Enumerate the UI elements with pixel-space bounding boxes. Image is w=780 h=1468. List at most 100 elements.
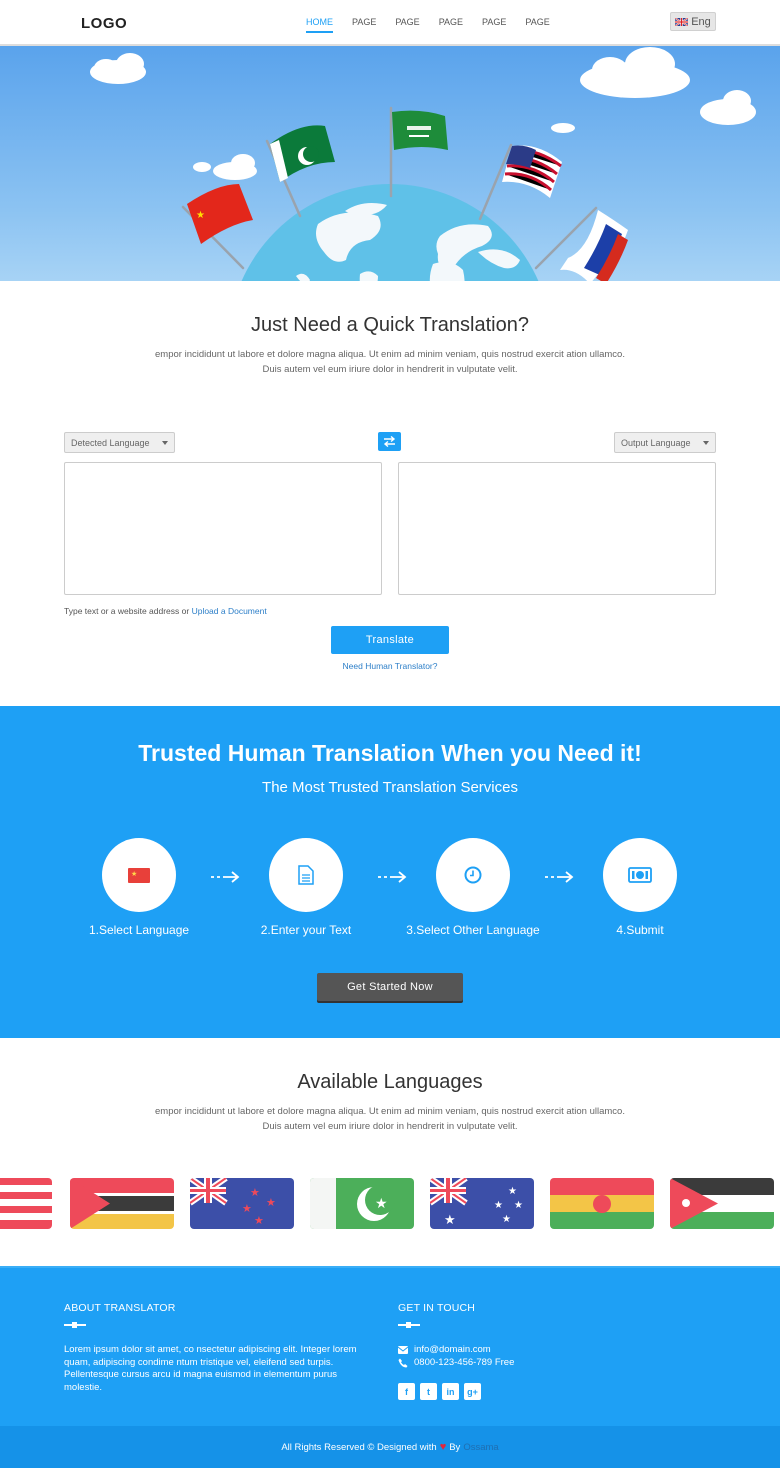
copyright-by: By bbox=[449, 1441, 461, 1453]
nav-page-5[interactable]: PAGE bbox=[525, 17, 549, 33]
available-languages-title: Available Languages bbox=[297, 1071, 483, 1093]
step-1-label: 1.Select Language bbox=[88, 923, 190, 937]
quick-translation-title: Just Need a Quick Translation? bbox=[251, 314, 529, 336]
language-label: Eng bbox=[691, 15, 711, 28]
language-switcher[interactable]: Eng bbox=[670, 12, 716, 31]
source-language-value: Detected Language bbox=[71, 437, 150, 448]
clock-icon bbox=[464, 866, 482, 884]
trusted-title: Trusted Human Translation When you Need … bbox=[138, 740, 642, 766]
site-header: LOGO HOME PAGE PAGE PAGE PAGE PAGE Eng bbox=[0, 0, 780, 46]
translate-button[interactable]: Translate bbox=[331, 626, 449, 654]
copyright-bar: All Rights Reserved © Designed with ♥ By… bbox=[0, 1426, 780, 1468]
get-started-button[interactable]: Get Started Now bbox=[317, 973, 463, 1001]
svg-text:★: ★ bbox=[196, 210, 205, 221]
svg-text:★: ★ bbox=[502, 1214, 511, 1225]
site-footer: ABOUT TRANSLATOR Lorem ipsum dolor sit a… bbox=[0, 1266, 780, 1426]
svg-text:★: ★ bbox=[508, 1186, 517, 1197]
svg-text:★: ★ bbox=[131, 870, 137, 878]
step-4-circle bbox=[603, 838, 677, 912]
svg-text:★: ★ bbox=[494, 1200, 503, 1211]
footer-divider bbox=[64, 1322, 86, 1328]
chevron-down-icon bbox=[703, 441, 709, 445]
pakistan-flag bbox=[270, 125, 335, 182]
trusted-section: Trusted Human Translation When you Need … bbox=[0, 706, 780, 1038]
arrow-right-icon bbox=[208, 871, 240, 883]
copyright-text: All Rights Reserved © Designed with bbox=[281, 1441, 437, 1453]
flag-item[interactable]: ★ bbox=[310, 1178, 414, 1229]
contact-title: GET IN TOUCH bbox=[398, 1302, 476, 1314]
arrow-right-icon bbox=[375, 871, 407, 883]
china-flag: ★ bbox=[187, 184, 253, 244]
main-nav: HOME PAGE PAGE PAGE PAGE PAGE bbox=[306, 17, 569, 33]
translated-text-output[interactable] bbox=[398, 462, 716, 595]
swap-icon bbox=[383, 436, 396, 447]
nav-home[interactable]: HOME bbox=[306, 17, 333, 33]
phone-icon bbox=[398, 1358, 408, 1367]
nav-page-2[interactable]: PAGE bbox=[395, 17, 419, 33]
flag-item[interactable]: ★ ★ ★ ★ bbox=[190, 1178, 294, 1229]
hint-text: Type text or a website address or bbox=[64, 606, 190, 616]
upload-document-link[interactable]: Upload a Document bbox=[192, 606, 267, 616]
trusted-subtitle: The Most Trusted Translation Services bbox=[262, 779, 518, 796]
hero-globe-illustration: ★ bbox=[90, 47, 756, 281]
phone-text: 0800-123-456-789 Free bbox=[414, 1357, 515, 1368]
uk-flag-icon bbox=[675, 17, 689, 26]
russia-flag bbox=[560, 210, 628, 281]
flag-item[interactable] bbox=[670, 1178, 774, 1229]
step-2-label: 2.Enter your Text bbox=[260, 923, 352, 937]
money-icon bbox=[628, 867, 652, 883]
step-3-label: 3.Select Other Language bbox=[406, 923, 540, 937]
available-languages-description: empor incididunt ut labore et dolore mag… bbox=[140, 1104, 640, 1134]
arrow-right-icon bbox=[542, 871, 574, 883]
email-text: info@domain.com bbox=[414, 1344, 491, 1355]
target-language-select[interactable]: Output Language bbox=[614, 432, 716, 453]
target-language-value: Output Language bbox=[621, 437, 691, 448]
step-3-circle bbox=[436, 838, 510, 912]
flag-item[interactable] bbox=[70, 1178, 174, 1229]
nav-page-4[interactable]: PAGE bbox=[482, 17, 506, 33]
svg-text:★: ★ bbox=[375, 1196, 388, 1212]
source-text-input[interactable] bbox=[64, 462, 382, 595]
document-icon bbox=[298, 865, 314, 885]
linkedin-icon[interactable]: in bbox=[442, 1383, 459, 1400]
flag-item[interactable] bbox=[550, 1178, 654, 1229]
envelope-icon bbox=[398, 1345, 408, 1354]
nav-page-3[interactable]: PAGE bbox=[439, 17, 463, 33]
description-line: Duis autem vel eum iriure dolor in hendr… bbox=[262, 364, 518, 375]
flag-icon: ★ bbox=[128, 867, 150, 883]
about-title: ABOUT TRANSLATOR bbox=[64, 1302, 176, 1314]
facebook-icon[interactable]: f bbox=[398, 1383, 415, 1400]
saudi-flag bbox=[392, 110, 448, 150]
nav-page-1[interactable]: PAGE bbox=[352, 17, 376, 33]
svg-text:★: ★ bbox=[250, 1186, 260, 1199]
hero-banner: ★ bbox=[0, 46, 780, 281]
footer-divider bbox=[398, 1322, 420, 1328]
google-plus-icon[interactable]: g+ bbox=[464, 1383, 481, 1400]
heart-icon: ♥ bbox=[439, 1441, 447, 1453]
svg-text:★: ★ bbox=[514, 1200, 523, 1211]
description-line: Duis autem vel eum iriure dolor in hendr… bbox=[262, 1121, 518, 1132]
language-flags-carousel[interactable]: ★ ★ ★ ★ ★ ★ ★ ★ ★ ★ bbox=[0, 1178, 780, 1230]
logo[interactable]: LOGO bbox=[81, 15, 127, 32]
step-2-circle bbox=[269, 838, 343, 912]
usa-flag bbox=[502, 145, 562, 198]
swap-languages-button[interactable] bbox=[378, 432, 401, 451]
contact-phone[interactable]: 0800-123-456-789 Free bbox=[398, 1357, 514, 1368]
description-line: empor incididunt ut labore et dolore mag… bbox=[155, 1106, 625, 1117]
svg-text:★: ★ bbox=[266, 1196, 276, 1209]
twitter-icon[interactable]: t bbox=[420, 1383, 437, 1400]
author-link[interactable]: Ossama bbox=[463, 1442, 498, 1453]
about-text: Lorem ipsum dolor sit amet, co nsectetur… bbox=[64, 1344, 357, 1393]
description-line: empor incididunt ut labore et dolore mag… bbox=[155, 349, 625, 360]
contact-email[interactable]: info@domain.com bbox=[398, 1344, 491, 1355]
source-language-select[interactable]: Detected Language bbox=[64, 432, 175, 453]
input-hint: Type text or a website address or Upload… bbox=[64, 606, 267, 616]
flag-item[interactable] bbox=[0, 1178, 52, 1229]
svg-text:★: ★ bbox=[242, 1202, 252, 1215]
chevron-down-icon bbox=[162, 441, 168, 445]
step-4-label: 4.Submit bbox=[616, 923, 664, 937]
svg-text:★: ★ bbox=[444, 1213, 456, 1228]
human-translator-link[interactable]: Need Human Translator? bbox=[0, 661, 780, 671]
step-1-circle: ★ bbox=[102, 838, 176, 912]
flag-item[interactable]: ★ ★ ★ ★ ★ bbox=[430, 1178, 534, 1229]
